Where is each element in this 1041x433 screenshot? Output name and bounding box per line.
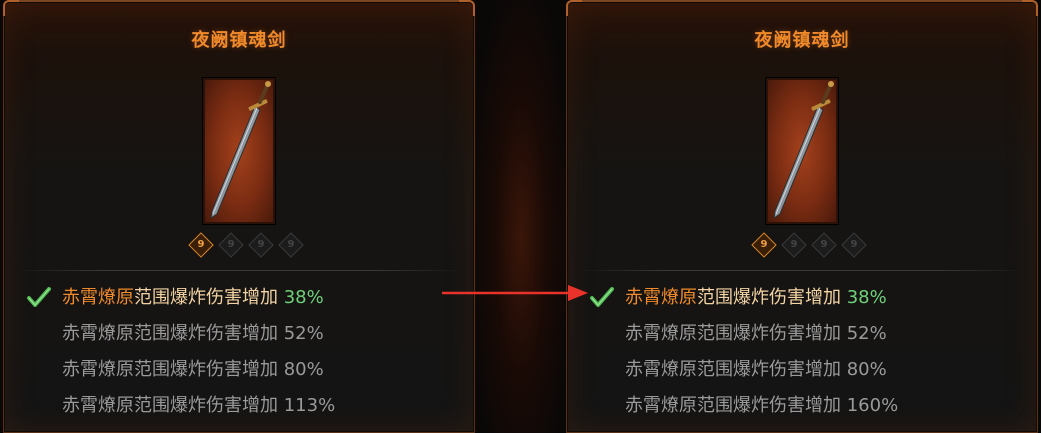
affix-name: 赤霄燎原	[62, 395, 134, 416]
affix-name: 赤霄燎原	[625, 287, 697, 308]
affix-value: 80%	[846, 359, 887, 380]
affix-value: 113%	[283, 395, 336, 416]
affix-row[interactable]: 赤霄燎原范围爆炸伤害增加 160%	[587, 391, 1027, 427]
divider	[16, 270, 462, 271]
affix-desc: 范围爆炸伤害增加	[134, 359, 278, 380]
affix-name: 赤霄燎原	[62, 323, 134, 344]
affix-desc: 范围爆炸伤害增加	[697, 323, 841, 344]
affix-desc: 范围爆炸伤害增加	[697, 287, 841, 308]
affix-desc: 范围爆炸伤害增加	[134, 323, 278, 344]
item-tooltip-left: 夜阙镇魂剑 9 9 9 9 赤霄燎原范围爆炸伤害增加 38% 赤霄燎原范围爆炸伤…	[3, 0, 475, 433]
affix-name: 赤霄燎原	[62, 359, 134, 380]
socket-empty: 9	[811, 232, 837, 258]
affix-desc: 范围爆炸伤害增加	[134, 287, 278, 308]
item-portrait[interactable]	[203, 78, 275, 224]
socket-row: 9 9 9 9	[182, 232, 304, 258]
affix-row[interactable]: 赤霄燎原范围爆炸伤害增加 113%	[24, 391, 464, 427]
affix-name: 赤霄燎原	[625, 323, 697, 344]
affix-value: 52%	[846, 323, 887, 344]
socket-empty: 9	[781, 232, 807, 258]
affix-name: 赤霄燎原	[62, 287, 134, 308]
socket-empty: 9	[841, 232, 867, 258]
item-portrait[interactable]	[766, 78, 838, 224]
affix-list: 赤霄燎原范围爆炸伤害增加 38% 赤霄燎原范围爆炸伤害增加 52% 赤霄燎原范围…	[24, 283, 464, 427]
socket-gem: 9	[751, 232, 777, 258]
affix-row-selected[interactable]: 赤霄燎原范围爆炸伤害增加 38%	[24, 283, 464, 319]
socket-empty: 9	[248, 232, 274, 258]
sword-icon	[210, 81, 271, 220]
socket-gem: 9	[188, 232, 214, 258]
checkmark-icon	[27, 287, 51, 307]
sword-icon	[773, 81, 834, 220]
affix-value: 38%	[846, 287, 887, 308]
affix-row[interactable]: 赤霄燎原范围爆炸伤害增加 52%	[587, 319, 1027, 355]
affix-name: 赤霄燎原	[625, 359, 697, 380]
comparison-stage: 夜阙镇魂剑 9 9 9 9 赤霄燎原范围爆炸伤害增加 38% 赤霄燎原范围爆炸伤…	[0, 0, 1041, 433]
divider	[579, 270, 1025, 271]
frame-corner	[3, 0, 19, 16]
affix-list: 赤霄燎原范围爆炸伤害增加 38% 赤霄燎原范围爆炸伤害增加 52% 赤霄燎原范围…	[587, 283, 1027, 427]
socket-empty: 9	[278, 232, 304, 258]
checkmark-icon	[590, 287, 614, 307]
affix-desc: 范围爆炸伤害增加	[697, 359, 841, 380]
frame-corner	[1022, 0, 1038, 16]
affix-row[interactable]: 赤霄燎原范围爆炸伤害增加 52%	[24, 319, 464, 355]
affix-row-selected[interactable]: 赤霄燎原范围爆炸伤害增加 38%	[587, 283, 1027, 319]
item-tooltip-right: 夜阙镇魂剑 9 9 9 9 赤霄燎原范围爆炸伤害增加 38% 赤霄燎原范围爆炸伤…	[566, 0, 1038, 433]
affix-name: 赤霄燎原	[625, 395, 697, 416]
affix-row[interactable]: 赤霄燎原范围爆炸伤害增加 80%	[587, 355, 1027, 391]
red-arrow-icon	[442, 285, 588, 301]
frame-corner	[566, 0, 582, 16]
socket-empty: 9	[218, 232, 244, 258]
affix-value: 38%	[283, 287, 324, 308]
item-title: 夜阙镇魂剑	[754, 30, 850, 51]
affix-desc: 范围爆炸伤害增加	[697, 395, 841, 416]
item-title: 夜阙镇魂剑	[191, 30, 287, 51]
frame-corner	[459, 0, 475, 16]
affix-value: 52%	[283, 323, 324, 344]
affix-desc: 范围爆炸伤害增加	[134, 395, 278, 416]
socket-row: 9 9 9 9	[745, 232, 867, 258]
affix-row[interactable]: 赤霄燎原范围爆炸伤害增加 80%	[24, 355, 464, 391]
background-strip	[476, 0, 566, 433]
affix-value: 80%	[283, 359, 324, 380]
affix-value: 160%	[846, 395, 899, 416]
